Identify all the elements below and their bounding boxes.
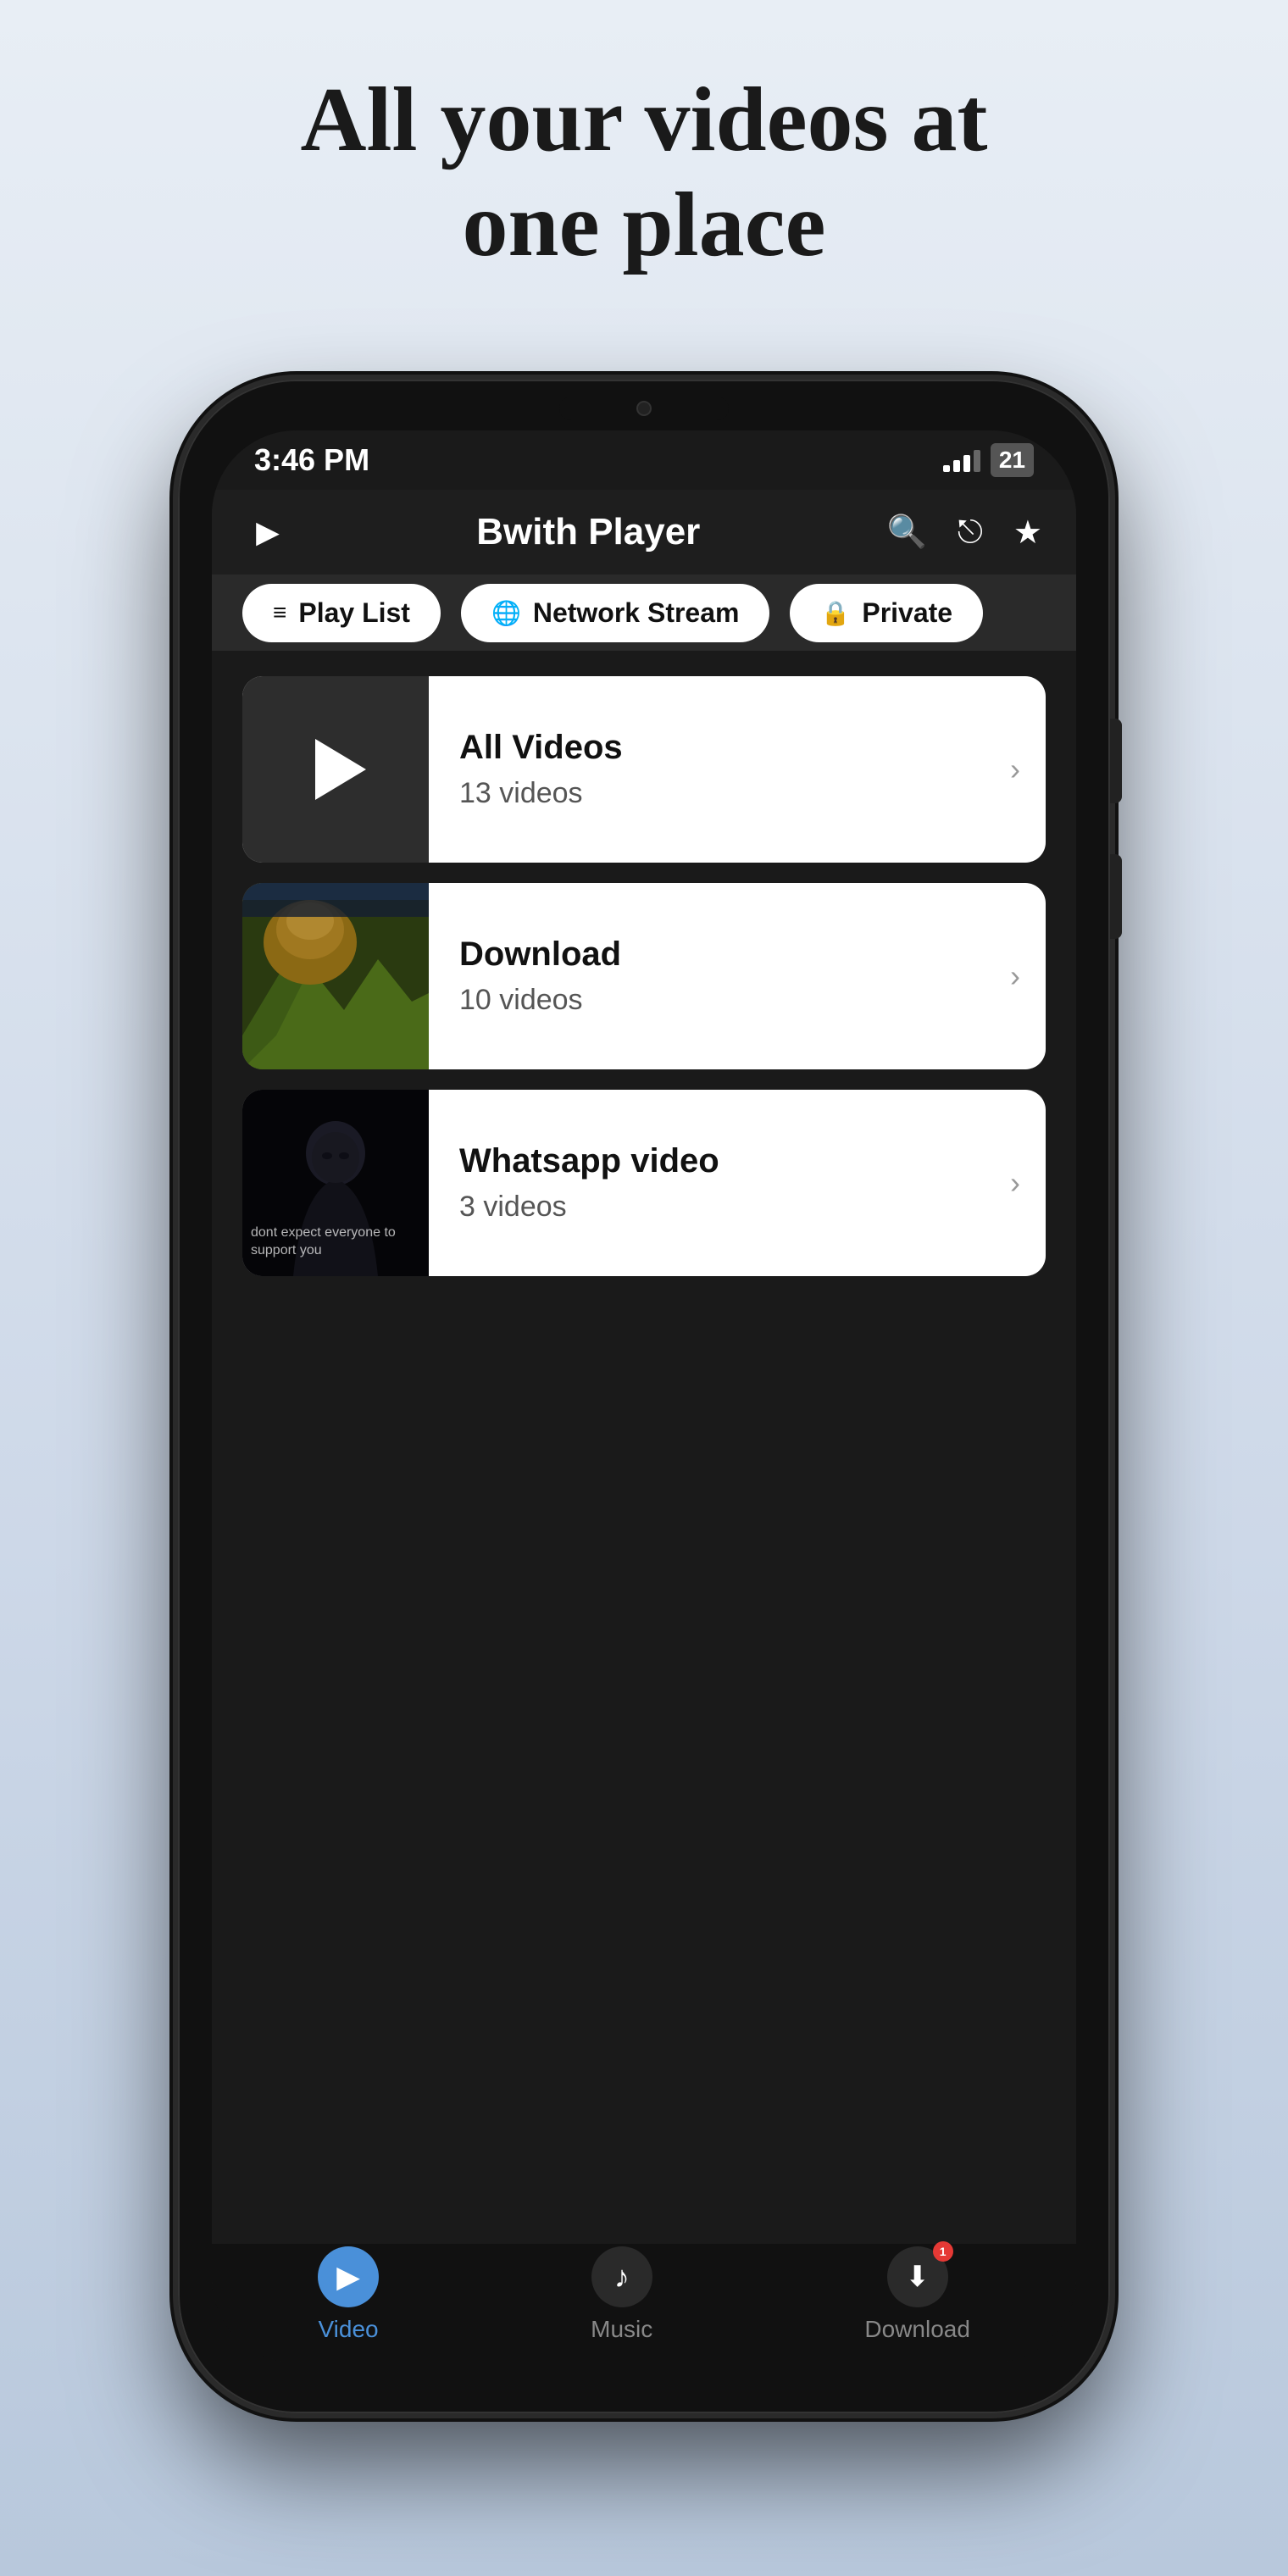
folder-count-download: 10 videos bbox=[459, 984, 980, 1017]
app-header: Bwith Player 🔍 ⎋ ★ bbox=[212, 490, 1076, 575]
favorites-icon[interactable]: ★ bbox=[1013, 514, 1042, 552]
share-icon[interactable]: ⎋ bbox=[958, 514, 983, 551]
folder-name-all-videos: All Videos bbox=[459, 729, 980, 767]
bottom-nav: ▶ Video ♪ Music ⬇ 1 Download bbox=[212, 2244, 1076, 2362]
playlist-icon: ≡ bbox=[273, 599, 286, 626]
lock-icon: 🔒 bbox=[820, 599, 850, 627]
chevron-right-icon: › bbox=[1010, 752, 1046, 787]
chevron-right-icon-download: › bbox=[1010, 958, 1046, 994]
nav-item-download[interactable]: ⬇ 1 Download bbox=[864, 2246, 970, 2343]
download-badge: 1 bbox=[933, 2241, 953, 2262]
tab-network-label: Network Stream bbox=[533, 597, 740, 629]
tab-private-label: Private bbox=[862, 597, 952, 629]
phone-screen: 3:46 PM 21 Bwith Player 🔍 ⎋ ★ bbox=[212, 430, 1076, 2362]
folder-thumb-all-videos bbox=[242, 676, 429, 863]
folder-thumb-download bbox=[242, 883, 429, 1069]
nav-label-download: Download bbox=[864, 2316, 970, 2343]
page-headline: All your videos at one place bbox=[263, 68, 1025, 278]
folder-info-whatsapp: Whatsapp video 3 videos bbox=[429, 1142, 1010, 1224]
status-bar: 3:46 PM 21 bbox=[212, 430, 1076, 490]
globe-icon: 🌐 bbox=[491, 599, 521, 627]
play-icon bbox=[315, 739, 366, 800]
status-icons: 21 bbox=[943, 443, 1034, 477]
folder-info-download: Download 10 videos bbox=[429, 935, 1010, 1017]
folder-whatsapp[interactable]: dont expect everyone to support you What… bbox=[242, 1090, 1046, 1276]
app-logo-play-icon bbox=[246, 510, 290, 554]
folder-count-whatsapp: 3 videos bbox=[459, 1191, 980, 1224]
camera-dot bbox=[636, 401, 652, 416]
side-button-top bbox=[1110, 719, 1122, 803]
battery-icon: 21 bbox=[991, 443, 1034, 477]
nav-item-video[interactable]: ▶ Video bbox=[318, 2246, 379, 2343]
folder-name-whatsapp: Whatsapp video bbox=[459, 1142, 980, 1180]
folder-count-all-videos: 13 videos bbox=[459, 777, 980, 810]
tab-bar: ≡ Play List 🌐 Network Stream 🔒 Private bbox=[212, 575, 1076, 651]
folder-download[interactable]: Download 10 videos › bbox=[242, 883, 1046, 1069]
tab-playlist[interactable]: ≡ Play List bbox=[242, 584, 441, 642]
folder-name-download: Download bbox=[459, 935, 980, 974]
content-area: All Videos 13 videos › bbox=[212, 651, 1076, 2244]
search-icon[interactable]: 🔍 bbox=[887, 514, 927, 551]
folder-all-videos[interactable]: All Videos 13 videos › bbox=[242, 676, 1046, 863]
tab-private[interactable]: 🔒 Private bbox=[790, 584, 983, 642]
download-nav-icon: ⬇ 1 bbox=[887, 2246, 948, 2307]
chevron-right-icon-whatsapp: › bbox=[1010, 1165, 1046, 1201]
tab-playlist-label: Play List bbox=[298, 597, 410, 629]
tab-network-stream[interactable]: 🌐 Network Stream bbox=[461, 584, 770, 642]
nav-label-music: Music bbox=[591, 2316, 652, 2343]
video-nav-icon: ▶ bbox=[318, 2246, 379, 2307]
nav-label-video: Video bbox=[318, 2316, 378, 2343]
app-title: Bwith Player bbox=[315, 511, 862, 553]
music-nav-icon: ♪ bbox=[591, 2246, 652, 2307]
header-actions: 🔍 ⎋ ★ bbox=[887, 514, 1042, 552]
phone-camera-area bbox=[559, 397, 729, 420]
whatsapp-thumb-text: dont expect everyone to support you bbox=[251, 1224, 420, 1260]
folder-thumb-whatsapp: dont expect everyone to support you bbox=[242, 1090, 429, 1276]
status-time: 3:46 PM bbox=[254, 442, 369, 478]
signal-icon bbox=[943, 448, 980, 472]
nav-item-music[interactable]: ♪ Music bbox=[591, 2246, 652, 2343]
folder-info-all-videos: All Videos 13 videos bbox=[429, 729, 1010, 810]
phone-mockup: 3:46 PM 21 Bwith Player 🔍 ⎋ ★ bbox=[178, 380, 1110, 2413]
side-button-bottom bbox=[1110, 854, 1122, 939]
